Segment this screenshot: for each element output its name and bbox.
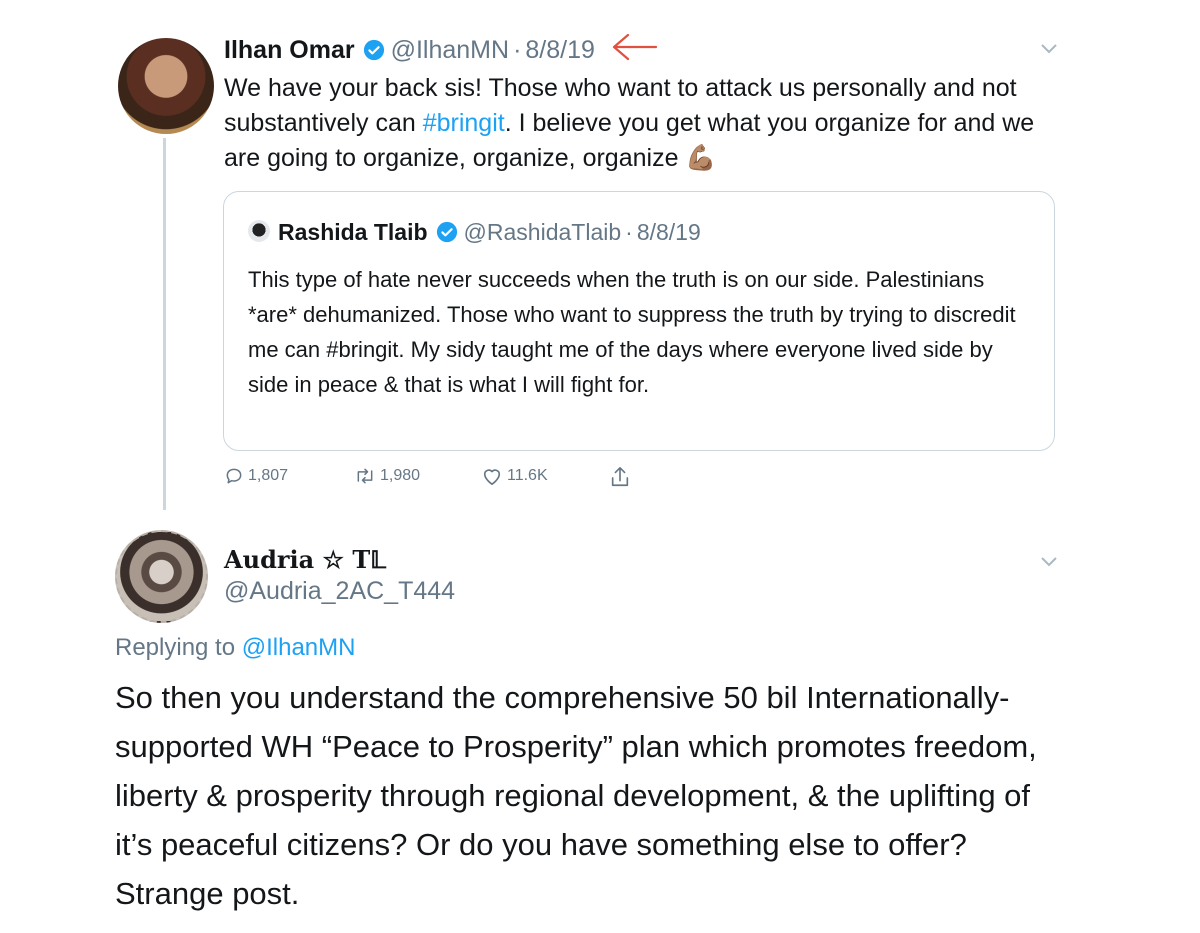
retweet-count: 1,980 (380, 467, 421, 484)
tweet-header: Ilhan Omar @IlhanMN · 8/8/19 (224, 30, 595, 70)
replying-to-label: Replying to (115, 634, 236, 661)
like-count: 11.6K (507, 467, 548, 484)
separator-dot: · (513, 35, 522, 64)
avatar[interactable] (118, 38, 214, 134)
quoted-author-handle: @RashidaTlaib (463, 218, 622, 245)
share-icon (611, 467, 629, 487)
annotation-arrow-icon (612, 33, 658, 61)
hashtag-link[interactable]: #bringit (423, 109, 505, 137)
retweet-icon (357, 468, 373, 484)
author-handle[interactable]: @Audria_2AC_T444 (224, 577, 455, 606)
verified-badge-icon (436, 221, 457, 243)
quoted-tweet-date: 8/8/19 (636, 218, 701, 245)
tweet-date[interactable]: 8/8/19 (525, 36, 595, 65)
share-button[interactable] (609, 465, 635, 489)
author-handle[interactable]: @IlhanMN (391, 36, 509, 65)
separator-dot: · (625, 218, 633, 245)
quoted-avatar (248, 220, 270, 242)
quoted-tweet-header: Rashida Tlaib @RashidaTlaib · 8/8/19 (278, 214, 701, 250)
quoted-tweet-text: This type of hate never succeeds when th… (248, 267, 1016, 397)
reply-count: 1,807 (248, 467, 289, 484)
author-name[interactable]: Audria ☆ T𝕃 (224, 545, 386, 574)
heart-icon (483, 469, 501, 485)
retweet-button[interactable]: 1,980 (354, 466, 420, 486)
avatar[interactable] (115, 530, 208, 623)
like-button[interactable]: 11.6K (481, 466, 548, 486)
reply-icon (226, 468, 242, 484)
verified-badge-icon (363, 39, 384, 61)
thread-connector-line (163, 138, 166, 510)
quoted-tweet-card[interactable]: Rashida Tlaib @RashidaTlaib · 8/8/19 Thi… (223, 191, 1055, 451)
author-name[interactable]: Ilhan Omar (224, 36, 355, 65)
replying-to-line: Replying to @IlhanMN (115, 634, 355, 662)
quoted-author-name: Rashida Tlaib (278, 218, 428, 245)
reply-button[interactable]: 1,807 (224, 466, 288, 486)
replying-to-handle-link[interactable]: @IlhanMN (242, 634, 356, 661)
tweet-text: We have your back sis! Those who want to… (224, 71, 1064, 176)
chevron-down-icon[interactable] (1040, 43, 1058, 55)
tweet-text: So then you understand the comprehensive… (115, 680, 1037, 911)
chevron-down-icon[interactable] (1040, 556, 1058, 568)
flexed-biceps-emoji: 💪🏽 (685, 144, 717, 172)
